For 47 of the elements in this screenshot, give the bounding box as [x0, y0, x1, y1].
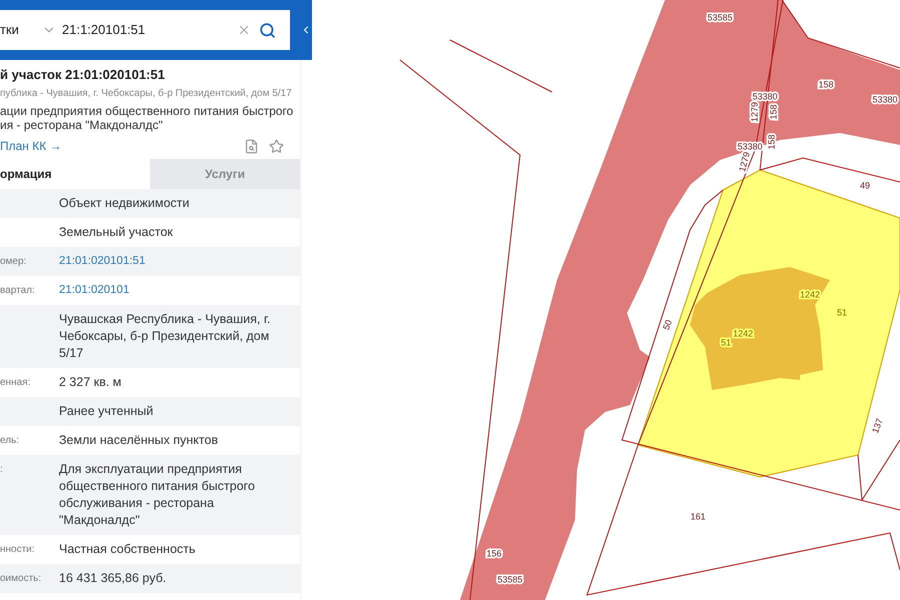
- field-label: енная:: [0, 376, 30, 390]
- field-label: оимость:: [0, 572, 42, 586]
- field-value: Земли населённых пунктов: [59, 432, 219, 449]
- map-label: 53585: [497, 574, 523, 584]
- field-value: 2 327 кв. м: [59, 374, 122, 391]
- object-description: ации предприятия общественного питания быстрого ия - ресторана "Макдоналдс": [0, 104, 294, 132]
- field-value: Объект недвижимости: [59, 195, 190, 212]
- map-label: 1242: [800, 289, 820, 300]
- map-label: 51: [837, 307, 847, 318]
- field-label: омер:: [0, 255, 26, 269]
- object-title: й участок 21:01:020101:51: [0, 66, 166, 84]
- map-label: 49: [860, 180, 870, 190]
- map-label: 156: [486, 548, 502, 558]
- field-value: 16 431 365,86 руб.: [59, 570, 168, 587]
- field-label: :: [0, 463, 3, 477]
- map-label: 1242: [732, 328, 754, 338]
- field-link[interactable]: 21:01:020101:51: [59, 253, 284, 270]
- field-value: Земельный участок: [59, 224, 174, 241]
- map-label: 51: [721, 337, 731, 348]
- plan-link[interactable]: План КК →: [0, 137, 244, 155]
- search-value: 21:1:20101:51: [62, 21, 146, 40]
- search-scope[interactable]: тки: [0, 20, 42, 40]
- map-label: 1279: [736, 150, 752, 173]
- map-label: 158: [768, 104, 778, 120]
- search-field[interactable]: тки 21:1:20101:51: [0, 10, 290, 50]
- clear-icon[interactable]: [237, 23, 251, 37]
- field-value: Для эксплуатации предприятия общественного питания быстрого обслуживания - ресторана "Макдоналдс": [59, 461, 256, 529]
- map-label: 161: [690, 511, 706, 522]
- map-label: 53585: [707, 12, 733, 22]
- field-label: ель:: [0, 434, 20, 448]
- document-search-icon[interactable]: [244, 138, 259, 154]
- star-icon[interactable]: [269, 138, 284, 154]
- map-label: 158: [818, 79, 834, 90]
- map-label: 158: [766, 134, 776, 150]
- map-label: 53380: [872, 94, 898, 104]
- field-value: Частная собственность: [59, 541, 196, 558]
- tab[interactable]: Услуги: [150, 159, 300, 189]
- map-label: 1279: [749, 102, 760, 122]
- field-label: нности:: [0, 543, 35, 557]
- field-value: Чувашская Республика - Чувашия, г. Чебоксары, б-р Президентский, дом 5/17: [59, 311, 272, 362]
- field-link[interactable]: 21:01:020101: [59, 282, 284, 299]
- field-value: Ранее учтенный: [59, 403, 154, 420]
- map-label: 50: [661, 318, 674, 332]
- search-icon[interactable]: [259, 22, 276, 38]
- field-label: вартал:: [0, 284, 35, 298]
- object-address: публика - Чувашия, г. Чебоксары, б-р Президентский, дом 5/17: [0, 87, 293, 101]
- map-label: 137: [870, 417, 885, 435]
